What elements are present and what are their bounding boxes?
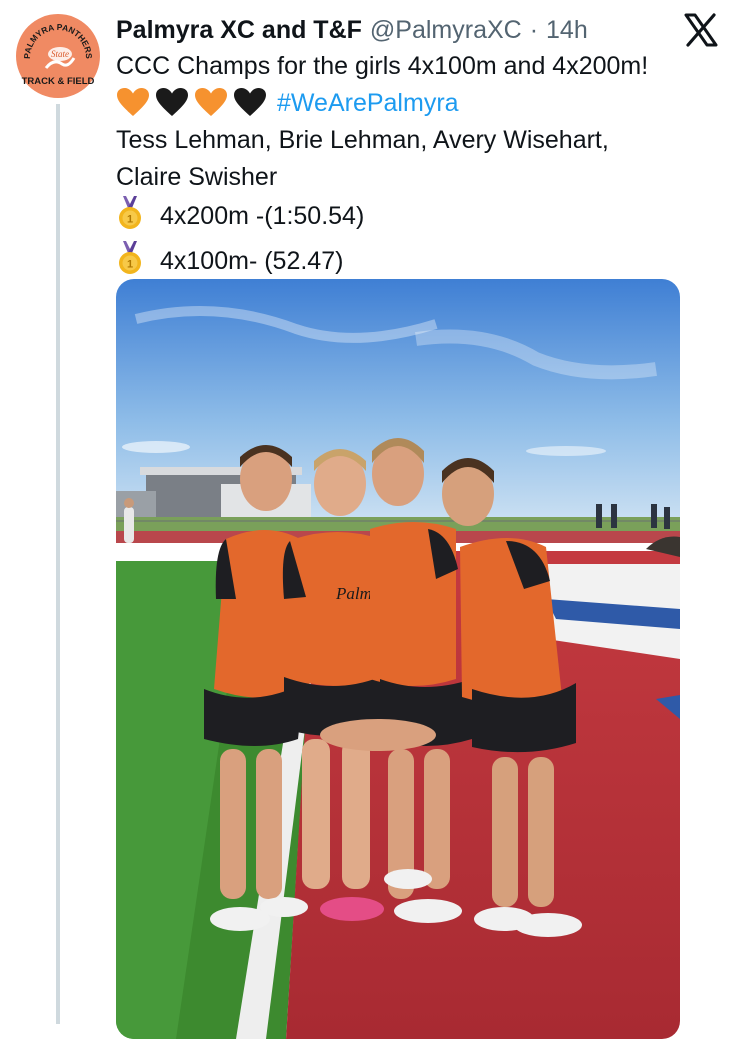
orange-heart-icon (117, 88, 149, 116)
avatar-bottom-text: TRACK & FIELD (22, 76, 95, 87)
result-text: 4x100m- (52.47) (160, 247, 344, 275)
black-heart-icon (234, 88, 266, 116)
tweet-line-2: #WeArePalmyra (116, 85, 731, 122)
orange-heart-icon (195, 88, 227, 116)
author-handle[interactable]: @PalmyraXC (370, 16, 522, 45)
svg-text:1: 1 (127, 259, 133, 271)
author-display-name[interactable]: Palmyra XC and T&F (116, 16, 362, 45)
result-row: 1 4x200m -(1:50.54) (116, 196, 731, 241)
tweet-body: CCC Champs for the girls 4x100m and 4x20… (116, 48, 731, 286)
tweet-header: Palmyra XC and T&F @PalmyraXC · 14h (116, 10, 676, 50)
hashtag-link[interactable]: #WeArePalmyra (277, 89, 459, 117)
tweet-line-3: Tess Lehman, Brie Lehman, Avery Wisehart… (116, 126, 609, 154)
result-text: 4x200m -(1:50.54) (160, 202, 365, 230)
avatar-middle-text: State (51, 49, 69, 59)
svg-text:1: 1 (127, 214, 133, 226)
x-logo-icon[interactable] (683, 12, 719, 48)
tweet-line-1: CCC Champs for the girls 4x100m and 4x20… (116, 52, 649, 80)
tweet-line-4: Claire Swisher (116, 163, 278, 191)
hearts-row (116, 87, 267, 117)
black-heart-icon (156, 88, 188, 116)
separator-dot: · (529, 15, 539, 44)
gold-medal-icon: 1 (116, 196, 152, 241)
avatar[interactable]: PALMYRA PANTHERS State TRACK & FIELD (16, 14, 100, 98)
thread-connector-line (56, 104, 60, 1024)
tweet-photo[interactable]: Palmyra (116, 279, 680, 1039)
timestamp[interactable]: 14h (546, 16, 588, 45)
